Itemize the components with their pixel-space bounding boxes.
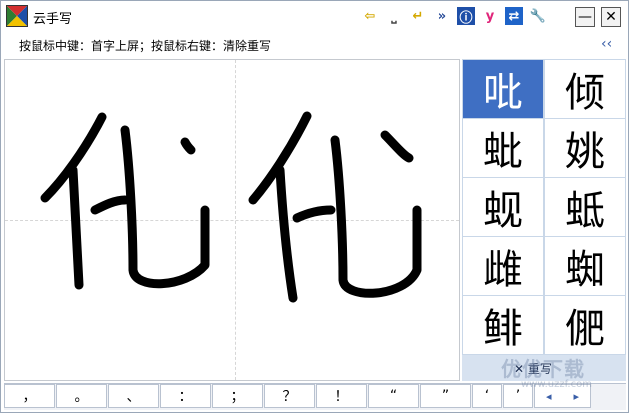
punctuation-key[interactable]: ‘ (472, 384, 502, 408)
page-prev-icon[interactable]: ◂ (546, 390, 552, 403)
candidate-character[interactable]: 吡 (463, 60, 543, 118)
watermark-logo: 优优下载 (501, 357, 585, 381)
minimize-button[interactable]: — (575, 7, 595, 27)
close-button[interactable]: ✕ (601, 7, 621, 27)
candidate-character[interactable]: 蜘 (545, 237, 625, 295)
switch-icon[interactable]: ⇄ (505, 7, 523, 25)
candidate-character[interactable]: 雌 (463, 237, 543, 295)
page-next-icon[interactable]: ▸ (573, 390, 579, 403)
yahoo-icon[interactable]: y (481, 7, 499, 25)
candidate-panel: 吡倾蚍姚蚬蚳雌蜘鲱俷 (462, 59, 626, 355)
punctuation-key[interactable]: ！ (316, 384, 367, 408)
wrench-icon[interactable]: 🔧 (529, 7, 547, 25)
app-title: 云手写 (33, 12, 73, 27)
punctuation-key[interactable]: 。 (56, 384, 107, 408)
back-arrow-icon[interactable]: ⇦ (361, 7, 379, 25)
candidate-character[interactable]: 蚍 (463, 119, 543, 177)
candidate-character[interactable]: 蚳 (545, 178, 625, 236)
collapse-icon[interactable]: ‹‹ (601, 36, 612, 52)
candidate-character[interactable]: 姚 (545, 119, 625, 177)
watermark-url: www.uzzf.com (521, 379, 592, 390)
handwriting-canvas[interactable] (4, 59, 460, 381)
punctuation-key[interactable]: “ (368, 384, 419, 408)
punctuation-key[interactable]: ？ (264, 384, 315, 408)
punctuation-key[interactable]: ； (212, 384, 263, 408)
punctuation-key[interactable]: 、 (108, 384, 159, 408)
forward-icon[interactable]: » (433, 7, 451, 25)
enter-icon[interactable]: ↵ (409, 7, 427, 25)
handwriting-strokes (40, 111, 422, 303)
candidate-character[interactable]: 鲱 (463, 296, 543, 354)
candidate-character[interactable]: 蚬 (463, 178, 543, 236)
punctuation-key[interactable]: ， (4, 384, 55, 408)
candidate-character[interactable]: 倾 (545, 60, 625, 118)
punctuation-key[interactable]: ” (420, 384, 471, 408)
space-icon[interactable]: ⎵ (385, 7, 403, 25)
usage-hint: 按鼠标中键：首字上屏；按鼠标右键：清除重写 (19, 39, 272, 53)
app-logo-icon (6, 5, 28, 27)
handwriting-window: 云手写 ⇦ ⎵ ↵ » ⓘ y ⇄ 🔧 — ✕ 按鼠标中键：首字上屏；按鼠标右键：清除重写 ‹… (0, 0, 629, 413)
punctuation-key[interactable]: ： (160, 384, 211, 408)
info-icon[interactable]: ⓘ (457, 7, 475, 26)
title-bar: 云手写 ⇦ ⎵ ↵ » ⓘ y ⇄ 🔧 — ✕ (1, 1, 628, 35)
candidate-character[interactable]: 俷 (545, 296, 625, 354)
